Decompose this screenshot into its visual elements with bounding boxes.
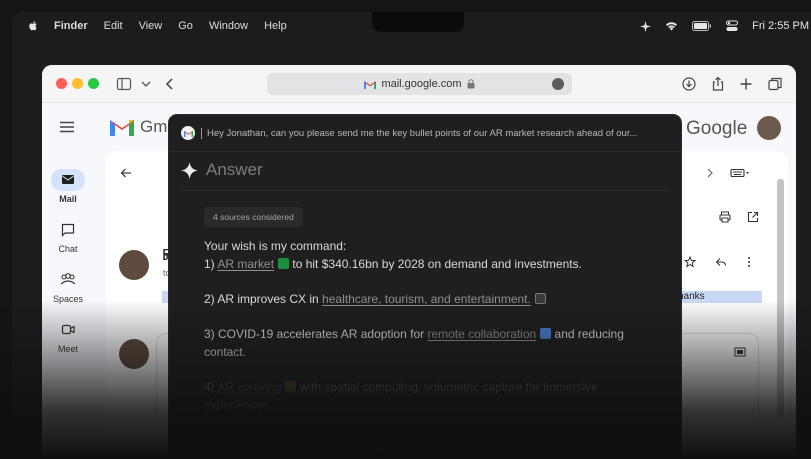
- menu-window[interactable]: Window: [209, 20, 248, 32]
- text-caret: [201, 127, 202, 139]
- point-3-prefix: 3) COVID-19 accelerates AR adoption for: [204, 327, 428, 341]
- gmail-nav-rail: Mail Chat Spaces Meet: [42, 103, 94, 459]
- slides-file-icon[interactable]: [285, 381, 297, 392]
- rail-item-spaces[interactable]: Spaces: [42, 269, 94, 304]
- rail-label-chat: Chat: [58, 244, 78, 254]
- chat-icon: [51, 219, 85, 241]
- sidebar-toggle-icon[interactable]: [116, 76, 132, 92]
- apple-icon[interactable]: [28, 20, 38, 32]
- open-new-window-icon[interactable]: [747, 211, 759, 223]
- answer-divider: [181, 190, 669, 191]
- rail-label-spaces: Spaces: [52, 294, 84, 304]
- camera-notch: [372, 12, 464, 32]
- sender-name[interactable]: J: [163, 252, 169, 263]
- point-1-source-link[interactable]: AR market: [217, 257, 274, 271]
- point-4-prefix: 4): [204, 380, 218, 394]
- page-menu-icon[interactable]: [552, 78, 564, 90]
- ai-assistant-panel: Hey Jonathan, can you please send me the…: [169, 115, 681, 459]
- browser-toolbar: mail.google.com: [42, 65, 796, 103]
- point-3-source-link[interactable]: remote collaboration: [427, 327, 536, 341]
- sources-label: 4 sources considered: [213, 212, 294, 222]
- download-icon[interactable]: [681, 76, 697, 92]
- chevron-down-icon[interactable]: [138, 76, 154, 92]
- battery-icon[interactable]: [692, 21, 712, 31]
- answer-body: Your wish is my command: 1) AR market to…: [204, 237, 664, 431]
- zoom-window-button[interactable]: [88, 78, 99, 89]
- answer-point-2: 2) AR improves CX in healthcare, tourism…: [204, 290, 664, 308]
- back-arrow-icon[interactable]: [120, 167, 132, 179]
- point-2-prefix: 2) AR improves CX in: [204, 292, 323, 306]
- meet-icon: [51, 319, 85, 341]
- new-tab-icon[interactable]: [738, 76, 754, 92]
- next-chevron-icon[interactable]: [704, 167, 716, 179]
- answer-point-1: 1) AR market to hit $340.16bn by 2028 on…: [204, 255, 664, 273]
- sheets-file-icon[interactable]: [278, 258, 290, 269]
- google-wordmark[interactable]: Google: [686, 118, 747, 140]
- answer-point-4: 4) AR evolving with spatial computing, v…: [204, 378, 664, 414]
- sparkle-icon[interactable]: [640, 20, 652, 32]
- menubar-clock[interactable]: Fri 2:55 PM: [752, 20, 809, 32]
- rail-item-chat[interactable]: Chat: [42, 219, 94, 254]
- prompt-row[interactable]: Hey Jonathan, can you please send me the…: [169, 115, 681, 152]
- gmail-logo-icon: [110, 120, 134, 136]
- minimize-window-button[interactable]: [72, 78, 83, 89]
- gmail-favicon-icon: [364, 80, 377, 89]
- answer-intro: Your wish is my command:: [204, 237, 664, 255]
- lock-icon: [467, 79, 475, 89]
- wifi-icon[interactable]: [665, 21, 678, 31]
- sources-badge[interactable]: 4 sources considered: [204, 207, 303, 227]
- menu-help[interactable]: Help: [264, 20, 287, 32]
- docs-file-icon[interactable]: [540, 328, 552, 339]
- menu-view[interactable]: View: [139, 20, 163, 32]
- tab-overview-icon[interactable]: [767, 76, 783, 92]
- address-bar[interactable]: mail.google.com: [267, 73, 572, 95]
- gmail-logo[interactable]: Gm: [110, 117, 167, 137]
- reply-icon[interactable]: [715, 256, 727, 268]
- status-area: Fri 2:55 PM: [640, 12, 811, 40]
- point-1-rest: to hit $340.16bn by 2028 on demand and i…: [289, 257, 582, 271]
- reply-avatar: [119, 339, 149, 369]
- answer-point-3: 3) COVID-19 accelerates AR adoption for …: [204, 325, 664, 361]
- more-vert-icon[interactable]: [743, 256, 755, 268]
- control-center-icon[interactable]: [726, 20, 739, 32]
- point-2-source-link[interactable]: healthcare, tourism, and entertainment.: [322, 292, 531, 306]
- account-avatar[interactable]: [757, 116, 781, 140]
- point-4-source-link[interactable]: AR evolving: [217, 380, 281, 394]
- rail-label-meet: Meet: [57, 344, 78, 354]
- highlighted-snippet-text: hanks: [678, 291, 705, 302]
- prompt-text[interactable]: Hey Jonathan, can you please send me the…: [207, 128, 677, 139]
- notion-page-icon[interactable]: [534, 293, 546, 304]
- keyboard-icon[interactable]: [730, 167, 750, 179]
- answer-header: Answer: [181, 159, 263, 181]
- menu-finder[interactable]: Finder: [54, 20, 88, 32]
- scrollbar[interactable]: [777, 179, 784, 419]
- answer-title: Answer: [206, 160, 263, 179]
- rail-item-mail[interactable]: Mail: [42, 169, 94, 204]
- url-text: mail.google.com: [381, 78, 462, 90]
- menu-edit[interactable]: Edit: [104, 20, 123, 32]
- gmail-source-icon: [181, 126, 195, 140]
- share-icon[interactable]: [710, 76, 726, 92]
- menu-go[interactable]: Go: [178, 20, 193, 32]
- point-1-prefix: 1): [204, 257, 218, 271]
- mail-icon: [51, 169, 85, 191]
- sparkle-icon: [181, 161, 198, 179]
- rail-label-mail: Mail: [59, 194, 77, 204]
- star-icon[interactable]: [684, 256, 696, 268]
- rail-item-meet[interactable]: Meet: [42, 319, 94, 354]
- answer-intro-text: Your wish is my command:: [204, 239, 347, 253]
- close-window-button[interactable]: [56, 78, 67, 89]
- gmail-logo-text: Gm: [140, 117, 168, 136]
- spaces-icon: [51, 269, 85, 291]
- back-icon[interactable]: [162, 76, 178, 92]
- print-icon[interactable]: [719, 211, 731, 223]
- sender-avatar[interactable]: [119, 250, 149, 280]
